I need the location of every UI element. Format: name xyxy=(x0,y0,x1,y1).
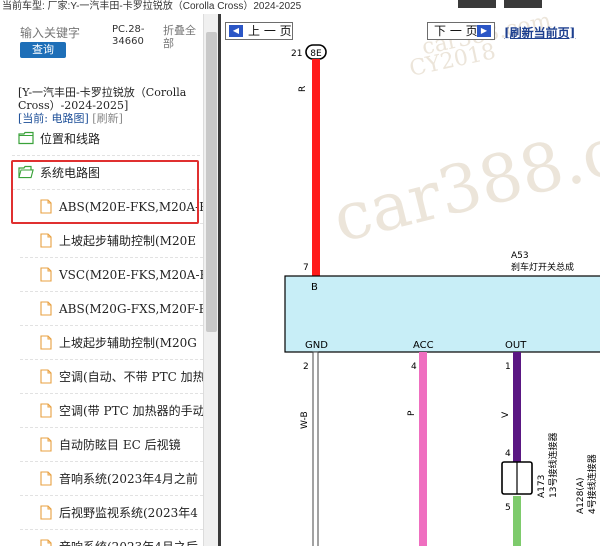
tree-file-item[interactable]: 音响系统(2023年4月之前 xyxy=(20,462,203,496)
tree-file-label: 自动防眩目 EC 后视镜 xyxy=(59,438,181,452)
conn-pin-top: 4 xyxy=(505,449,511,459)
tree-file-label: 上坡起步辅助控制(M20E xyxy=(59,234,196,248)
tree-folder-system-diagrams[interactable]: 系统电路图 xyxy=(12,156,200,190)
tree-file-item[interactable]: VSC(M20E-FKS,M20A-FKS) xyxy=(20,258,203,292)
file-icon xyxy=(40,369,52,384)
terminal-b: B xyxy=(311,282,318,293)
wire-gnd-code: W-B xyxy=(300,411,310,429)
next-page-label: 下 一 页 xyxy=(434,24,478,38)
tree-file-label: VSC(M20E-FKS,M20A-FKS) xyxy=(59,268,203,282)
left-panel: 查询 PC.28-34660 折叠全部 [Y-一汽丰田-卡罗拉锐放（Coroll… xyxy=(0,14,218,546)
tree-file-item[interactable]: 上坡起步辅助控制(M20G xyxy=(20,326,203,360)
connector-left-name: 13号接线连接器 xyxy=(547,433,559,498)
top-bar: 当前车型: 厂家:Y-一汽丰田-卡罗拉锐放（Corolla Cross）2024… xyxy=(0,0,600,14)
pin-acc-number: 4 xyxy=(411,362,417,372)
conn-pin-bottom: 5 xyxy=(505,503,511,513)
collapse-all-button[interactable]: 折叠全部 xyxy=(163,24,203,50)
wire-out-green xyxy=(513,496,521,546)
model-name: [Y-一汽丰田-卡罗拉锐放（Corolla Cross）-2024-2025] xyxy=(18,86,187,112)
vehicle-title: 当前车型: 厂家:Y-一汽丰田-卡罗拉锐放（Corolla Cross）2024… xyxy=(2,1,302,12)
file-icon xyxy=(40,335,52,350)
prev-page-label: 上 一 页 xyxy=(248,24,292,38)
pin-21-number: 21 xyxy=(291,49,302,59)
left-arrow-icon: ◀ xyxy=(229,25,243,37)
refresh-current-page-link[interactable]: [刷新当前页] xyxy=(504,24,575,41)
tree-folder-label: 系统电路图 xyxy=(40,166,101,180)
fullscreen-button[interactable] xyxy=(504,0,542,8)
wire-red-code: R xyxy=(298,86,308,92)
tree-file-label: 上坡起步辅助控制(M20G xyxy=(59,336,197,350)
tree-file-item[interactable]: 后视野监视系统(2023年4 xyxy=(20,496,203,530)
file-icon xyxy=(40,301,52,316)
tree-file-label: 音响系统(2023年4月之后 xyxy=(59,530,198,546)
wire-out-purple xyxy=(513,352,521,464)
right-arrow-icon: ▶ xyxy=(477,25,491,37)
file-icon xyxy=(40,403,52,418)
tree-file-item[interactable]: 上坡起步辅助控制(M20E xyxy=(20,224,203,258)
wire-out-code: V xyxy=(501,411,511,418)
pin-gnd-number: 2 xyxy=(303,362,309,372)
component-code: A53 xyxy=(511,251,529,261)
tree-file-label: 空调(自动、不带 PTC 加热器 xyxy=(59,370,203,384)
tree-file-label: 空调(带 PTC 加热器的手动 xyxy=(59,404,203,418)
file-icon xyxy=(40,233,52,248)
tree-file-item[interactable]: 音响系统(2023年4月之后 xyxy=(20,530,203,546)
tree-file-item[interactable]: 空调(带 PTC 加热器的手动 xyxy=(20,394,203,428)
search-input[interactable] xyxy=(20,24,102,42)
connector-right-name: 4号接线连接器 xyxy=(586,454,598,514)
scrollbar-thumb[interactable] xyxy=(206,32,217,332)
wire-acc-code: P xyxy=(407,410,417,416)
terminal-acc: ACC xyxy=(413,340,434,351)
tree-folder-label: 位置和线路 xyxy=(40,132,101,146)
tree-file-label: ABS(M20G-FXS,M20F-FXS) xyxy=(59,302,203,316)
file-icon xyxy=(40,471,52,486)
terminal-out: OUT xyxy=(505,340,527,351)
tree-file-item[interactable]: ABS(M20G-FXS,M20F-FXS) xyxy=(20,292,203,326)
connector-left-code: A173 xyxy=(537,475,547,498)
tree-folder-location[interactable]: 位置和线路 xyxy=(12,122,200,156)
file-icon xyxy=(40,199,52,214)
tree-file-item[interactable]: 自动防眩目 EC 后视镜 xyxy=(20,428,203,462)
pc-code: PC.28-34660 xyxy=(112,24,145,47)
tree-file-label: 后视野监视系统(2023年4 xyxy=(59,506,198,520)
wiring-diagram: 8E 21 R 7 A53 刹车灯开关总成 B GND ACC OUT 2 W-… xyxy=(284,44,600,546)
folder-icon xyxy=(18,131,34,145)
folder-open-icon xyxy=(18,165,34,179)
component-name: 刹车灯开关总成 xyxy=(511,261,574,273)
prev-page-button[interactable]: ◀ 上 一 页 xyxy=(225,22,293,40)
diagram-panel: 8E 21 R 7 A53 刹车灯开关总成 B GND ACC OUT 2 W-… xyxy=(218,14,600,546)
search-area: 查询 PC.28-34660 折叠全部 xyxy=(0,24,205,64)
tree-file-label: ABS(M20E-FKS,M20A-FKS) xyxy=(59,200,203,214)
connector-right-code: A128(A) xyxy=(576,477,586,514)
component-box xyxy=(284,275,600,353)
file-icon xyxy=(40,539,52,546)
pin-7-number: 7 xyxy=(303,263,309,273)
wire-gnd xyxy=(312,351,319,546)
file-icon xyxy=(40,437,52,452)
file-icon xyxy=(40,267,52,282)
left-scrollbar[interactable] xyxy=(203,14,218,546)
wire-acc xyxy=(419,352,427,546)
terminal-gnd: GND xyxy=(305,340,328,351)
pin-out-number: 1 xyxy=(505,362,511,372)
connector-8e-label: 8E xyxy=(310,49,322,59)
file-icon xyxy=(40,505,52,520)
top-button-1[interactable] xyxy=(458,0,496,8)
wire-red xyxy=(312,59,320,276)
tree-file-item[interactable]: 空调(自动、不带 PTC 加热器 xyxy=(20,360,203,394)
search-button[interactable]: 查询 xyxy=(20,42,66,58)
tree-file-label: 音响系统(2023年4月之前 xyxy=(59,472,198,486)
next-page-button[interactable]: 下 一 页 ▶ xyxy=(427,22,495,40)
tree-file-item[interactable]: ABS(M20E-FKS,M20A-FKS) xyxy=(20,190,203,224)
